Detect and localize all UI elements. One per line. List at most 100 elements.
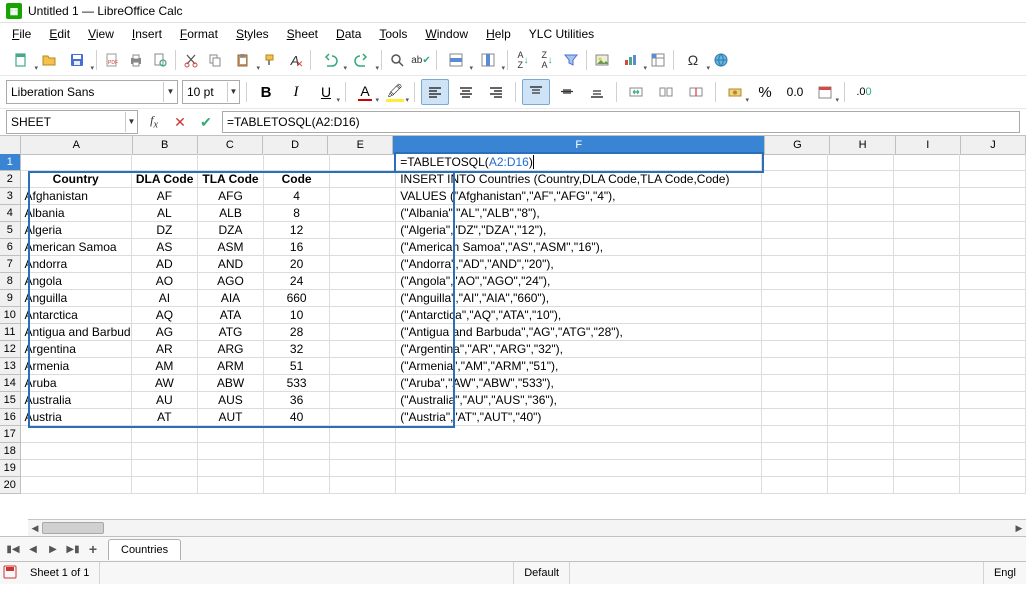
menu-format[interactable]: Format <box>172 25 226 43</box>
cell-B10[interactable]: AQ <box>132 307 198 324</box>
cell-A14[interactable]: Aruba <box>21 375 132 392</box>
clear-formatting-button[interactable]: A✕ <box>284 49 306 71</box>
align-center-button[interactable] <box>453 80 479 104</box>
tab-next-button[interactable]: ▶ <box>44 540 62 558</box>
cell-G11[interactable] <box>762 324 828 341</box>
row-header[interactable]: 14 <box>0 375 21 392</box>
cell-B13[interactable]: AM <box>132 358 198 375</box>
cell-G7[interactable] <box>762 256 828 273</box>
cell-B7[interactable]: AD <box>132 256 198 273</box>
special-char-button[interactable]: Ω▾ <box>678 49 708 71</box>
cell-I1[interactable] <box>894 154 960 171</box>
row-header[interactable]: 8 <box>0 273 21 290</box>
cell-B12[interactable]: AR <box>132 341 198 358</box>
cell-J12[interactable] <box>960 341 1026 358</box>
italic-button[interactable]: I <box>283 80 309 104</box>
row-header[interactable]: 19 <box>0 460 21 477</box>
align-right-button[interactable] <box>483 80 509 104</box>
cell-J10[interactable] <box>960 307 1026 324</box>
cell-A20[interactable] <box>21 477 132 494</box>
bold-button[interactable]: B <box>253 80 279 104</box>
select-all-corner[interactable] <box>0 136 21 155</box>
cell-H8[interactable] <box>828 273 894 290</box>
cell-H1[interactable] <box>828 154 894 171</box>
cell-D1[interactable] <box>264 154 330 171</box>
unmerge-cells-button[interactable] <box>653 80 679 104</box>
cell-B8[interactable]: AO <box>132 273 198 290</box>
chart-button[interactable]: ▾ <box>615 49 645 71</box>
cell-J8[interactable] <box>960 273 1026 290</box>
sort-desc-button[interactable]: ZA↓ <box>536 49 558 71</box>
cell-E7[interactable] <box>330 256 396 273</box>
cell-C20[interactable] <box>198 477 264 494</box>
cell-J19[interactable] <box>960 460 1026 477</box>
cell-F6[interactable]: ("American Samoa","AS","ASM","16"), <box>396 239 761 256</box>
cell-H15[interactable] <box>828 392 894 409</box>
row-header[interactable]: 13 <box>0 358 21 375</box>
cell-F12[interactable]: ("Argentina","AR","ARG","32"), <box>396 341 761 358</box>
cell-I2[interactable] <box>894 171 960 188</box>
cell-F3[interactable]: VALUES ("Afghanistan","AF","AFG","4"), <box>396 188 761 205</box>
paste-button[interactable]: ▾ <box>228 49 258 71</box>
cell-J7[interactable] <box>960 256 1026 273</box>
cell-J6[interactable] <box>960 239 1026 256</box>
cell-I8[interactable] <box>894 273 960 290</box>
cell-D4[interactable]: 8 <box>264 205 330 222</box>
scroll-thumb[interactable] <box>42 522 104 534</box>
align-left-button[interactable] <box>421 79 449 105</box>
row-header[interactable]: 17 <box>0 426 21 443</box>
cell-D7[interactable]: 20 <box>264 256 330 273</box>
cell-J9[interactable] <box>960 290 1026 307</box>
cell-G3[interactable] <box>762 188 828 205</box>
cell-C15[interactable]: AUS <box>198 392 264 409</box>
cell-F9[interactable]: ("Anguilla","AI","AIA","660"), <box>396 290 761 307</box>
cell-E19[interactable] <box>330 460 396 477</box>
spellcheck-button[interactable]: ab✔ <box>410 49 432 71</box>
cell-I3[interactable] <box>894 188 960 205</box>
cell-G9[interactable] <box>762 290 828 307</box>
cell-C14[interactable]: ABW <box>198 375 264 392</box>
horizontal-scrollbar[interactable]: ◀ ▶ <box>28 519 1026 536</box>
redo-button[interactable]: ▾ <box>347 49 377 71</box>
menu-insert[interactable]: Insert <box>124 25 170 43</box>
cell-G2[interactable] <box>762 171 828 188</box>
tab-last-button[interactable]: ▶▮ <box>64 540 82 558</box>
cell-I11[interactable] <box>894 324 960 341</box>
menu-sheet[interactable]: Sheet <box>279 25 326 43</box>
cell-E17[interactable] <box>330 426 396 443</box>
cell-H19[interactable] <box>828 460 894 477</box>
cell-D5[interactable]: 12 <box>264 222 330 239</box>
copy-button[interactable] <box>204 49 226 71</box>
cell-A17[interactable] <box>21 426 132 443</box>
cell-F11[interactable]: ("Antigua and Barbuda","AG","ATG","28"), <box>396 324 761 341</box>
cell-I6[interactable] <box>894 239 960 256</box>
cell-G8[interactable] <box>762 273 828 290</box>
menu-view[interactable]: View <box>80 25 122 43</box>
cell-B2[interactable]: DLA Code <box>132 171 198 188</box>
cell-C12[interactable]: ARG <box>198 341 264 358</box>
add-decimal-button[interactable]: .00 <box>851 80 877 104</box>
row-header[interactable]: 2 <box>0 171 21 188</box>
cell-F2[interactable]: INSERT INTO Countries (Country,DLA Code,… <box>396 171 761 188</box>
currency-button[interactable]: ▾ <box>722 80 748 104</box>
cell-J13[interactable] <box>960 358 1026 375</box>
cell-D13[interactable]: 51 <box>264 358 330 375</box>
cell-D14[interactable]: 533 <box>264 375 330 392</box>
cell-I7[interactable] <box>894 256 960 273</box>
cell-G1[interactable] <box>762 154 828 171</box>
column-header-A[interactable]: A <box>21 136 133 155</box>
cell-H10[interactable] <box>828 307 894 324</box>
column-header-J[interactable]: J <box>961 136 1026 155</box>
cell-E2[interactable] <box>330 171 396 188</box>
cell-E4[interactable] <box>330 205 396 222</box>
cell-E5[interactable] <box>330 222 396 239</box>
cell-B17[interactable] <box>132 426 198 443</box>
cell-D18[interactable] <box>264 443 330 460</box>
open-button[interactable] <box>38 49 60 71</box>
row-header[interactable]: 3 <box>0 188 21 205</box>
row-header[interactable]: 6 <box>0 239 21 256</box>
cell-I18[interactable] <box>894 443 960 460</box>
dropdown-caret-icon[interactable]: ▼ <box>125 112 137 132</box>
cell-H9[interactable] <box>828 290 894 307</box>
menu-file[interactable]: File <box>4 25 39 43</box>
